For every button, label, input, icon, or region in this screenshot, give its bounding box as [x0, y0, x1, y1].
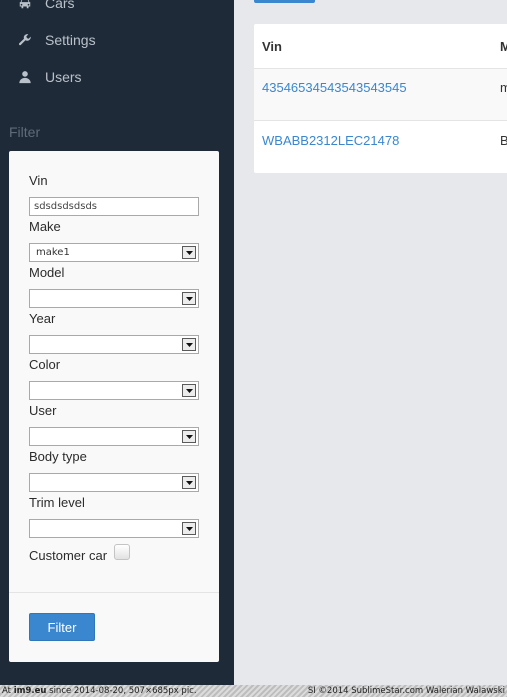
model-select[interactable]	[29, 289, 199, 308]
body-type-label: Body type	[29, 449, 87, 464]
make-select[interactable]: make1	[29, 243, 199, 262]
car-icon	[19, 0, 31, 9]
table-row: 43546534543543543545 m	[254, 69, 507, 121]
vin-link[interactable]: WBABB2312LEC21478	[262, 133, 399, 148]
panel-divider	[9, 592, 219, 593]
vin-input[interactable]	[29, 197, 199, 216]
column-header-make[interactable]: M	[500, 39, 507, 54]
make-cell: B	[500, 133, 507, 148]
user-select[interactable]	[29, 427, 199, 446]
year-label: Year	[29, 311, 56, 326]
make-cell: m	[500, 80, 507, 95]
chevron-down-icon	[182, 430, 196, 443]
filter-panel: Vin Make make1 Model Year Color User Bod…	[9, 151, 219, 662]
nav-item-label: Cars	[45, 0, 75, 11]
trim-level-label: Trim level	[29, 495, 85, 510]
footer-suffix: since 2014-08-20, 507×685px pic.	[49, 686, 197, 696]
nav-item-cars[interactable]: Cars	[18, 0, 75, 14]
trim-level-select[interactable]	[29, 519, 199, 538]
vin-label: Vin	[29, 173, 48, 188]
color-select[interactable]	[29, 381, 199, 400]
chevron-down-icon	[182, 338, 196, 351]
chevron-down-icon	[182, 246, 196, 259]
footer-left-text: At im9.eu since 2014-08-20, 507×685px pi…	[2, 685, 197, 697]
user-label: User	[29, 403, 57, 418]
customer-car-checkbox[interactable]	[114, 544, 130, 560]
filter-button[interactable]: Filter	[29, 613, 95, 641]
sidebar: Cars Settings Users Filter Vin Make make…	[0, 0, 234, 685]
filter-heading: Filter	[9, 124, 41, 140]
nav-item-users[interactable]: Users	[18, 66, 82, 88]
top-action-button[interactable]	[254, 0, 315, 3]
model-label: Model	[29, 265, 65, 280]
chevron-down-icon	[182, 476, 196, 489]
body-type-select[interactable]	[29, 473, 199, 492]
nav-item-settings[interactable]: Settings	[18, 29, 96, 51]
make-select-value: make1	[36, 247, 70, 258]
year-select[interactable]	[29, 335, 199, 354]
nav-item-label: Settings	[45, 32, 96, 48]
footer-site: im9.eu	[13, 686, 47, 696]
table-row: WBABB2312LEC21478 B	[254, 122, 507, 173]
chevron-down-icon	[182, 522, 196, 535]
footer-prefix: At	[2, 686, 11, 696]
chevron-down-icon	[182, 292, 196, 305]
wrench-icon	[18, 34, 31, 46]
nav-item-label: Users	[45, 69, 82, 85]
color-label: Color	[29, 357, 61, 372]
vin-link[interactable]: 43546534543543543545	[262, 80, 407, 95]
results-table: Vin M 43546534543543543545 m WBABB2312LE…	[254, 24, 507, 173]
column-header-vin[interactable]: Vin	[262, 39, 282, 54]
make-label: Make	[29, 219, 61, 234]
user-icon	[19, 71, 31, 84]
chevron-down-icon	[182, 384, 196, 397]
watermark-footer: At im9.eu since 2014-08-20, 507×685px pi…	[0, 685, 507, 697]
footer-right-text: SI ©2014 SublimeStar.com Walerian Walaws…	[307, 686, 505, 696]
customer-car-label: Customer car	[29, 548, 108, 563]
